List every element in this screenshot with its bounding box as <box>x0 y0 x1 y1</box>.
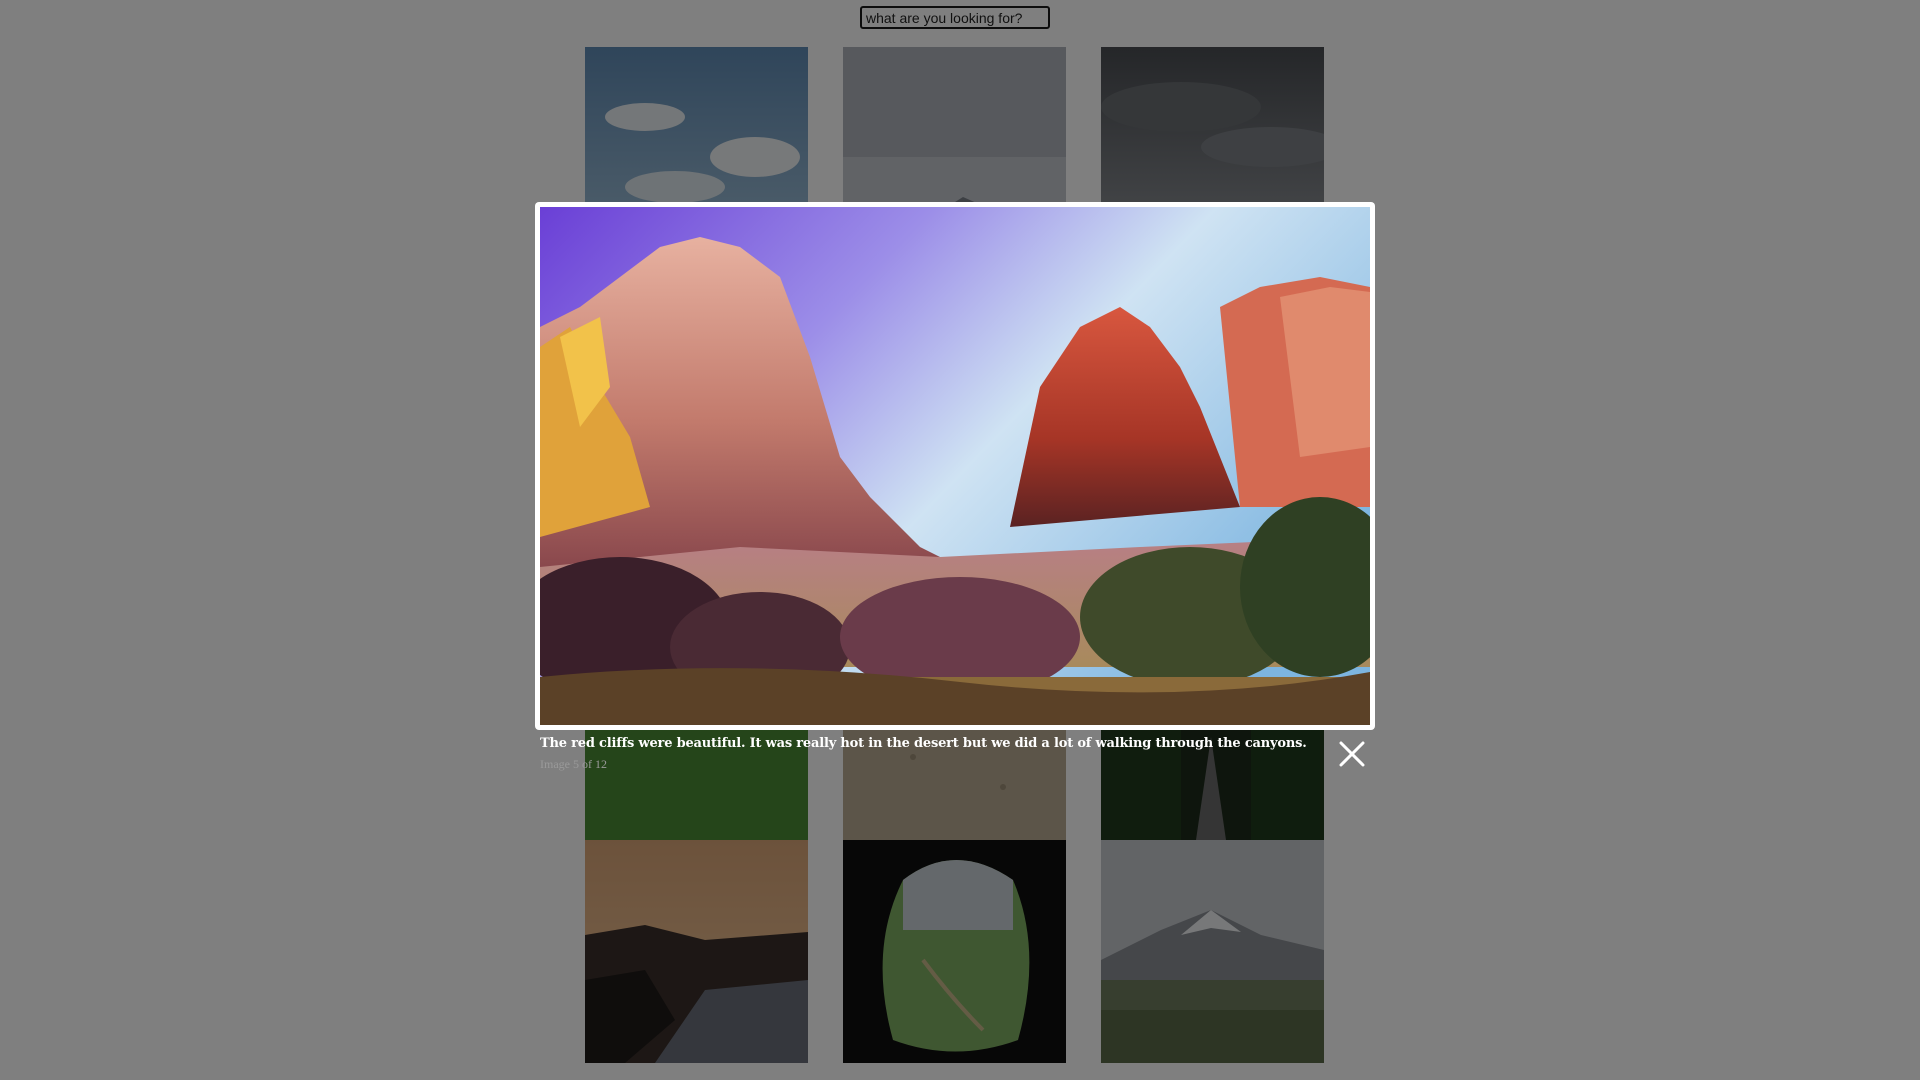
lightbox-close-button[interactable] <box>1336 738 1368 770</box>
red-cliffs-canyon-photo-icon <box>540 207 1370 725</box>
close-icon <box>1339 741 1365 767</box>
lightbox <box>535 202 1375 730</box>
gallery-page: The red cliffs were beautiful. It was re… <box>0 0 1920 1080</box>
lightbox-image <box>540 207 1370 725</box>
lightbox-image-counter: Image 5 of 12 <box>540 757 607 771</box>
lightbox-caption: The red cliffs were beautiful. It was re… <box>540 736 1307 751</box>
